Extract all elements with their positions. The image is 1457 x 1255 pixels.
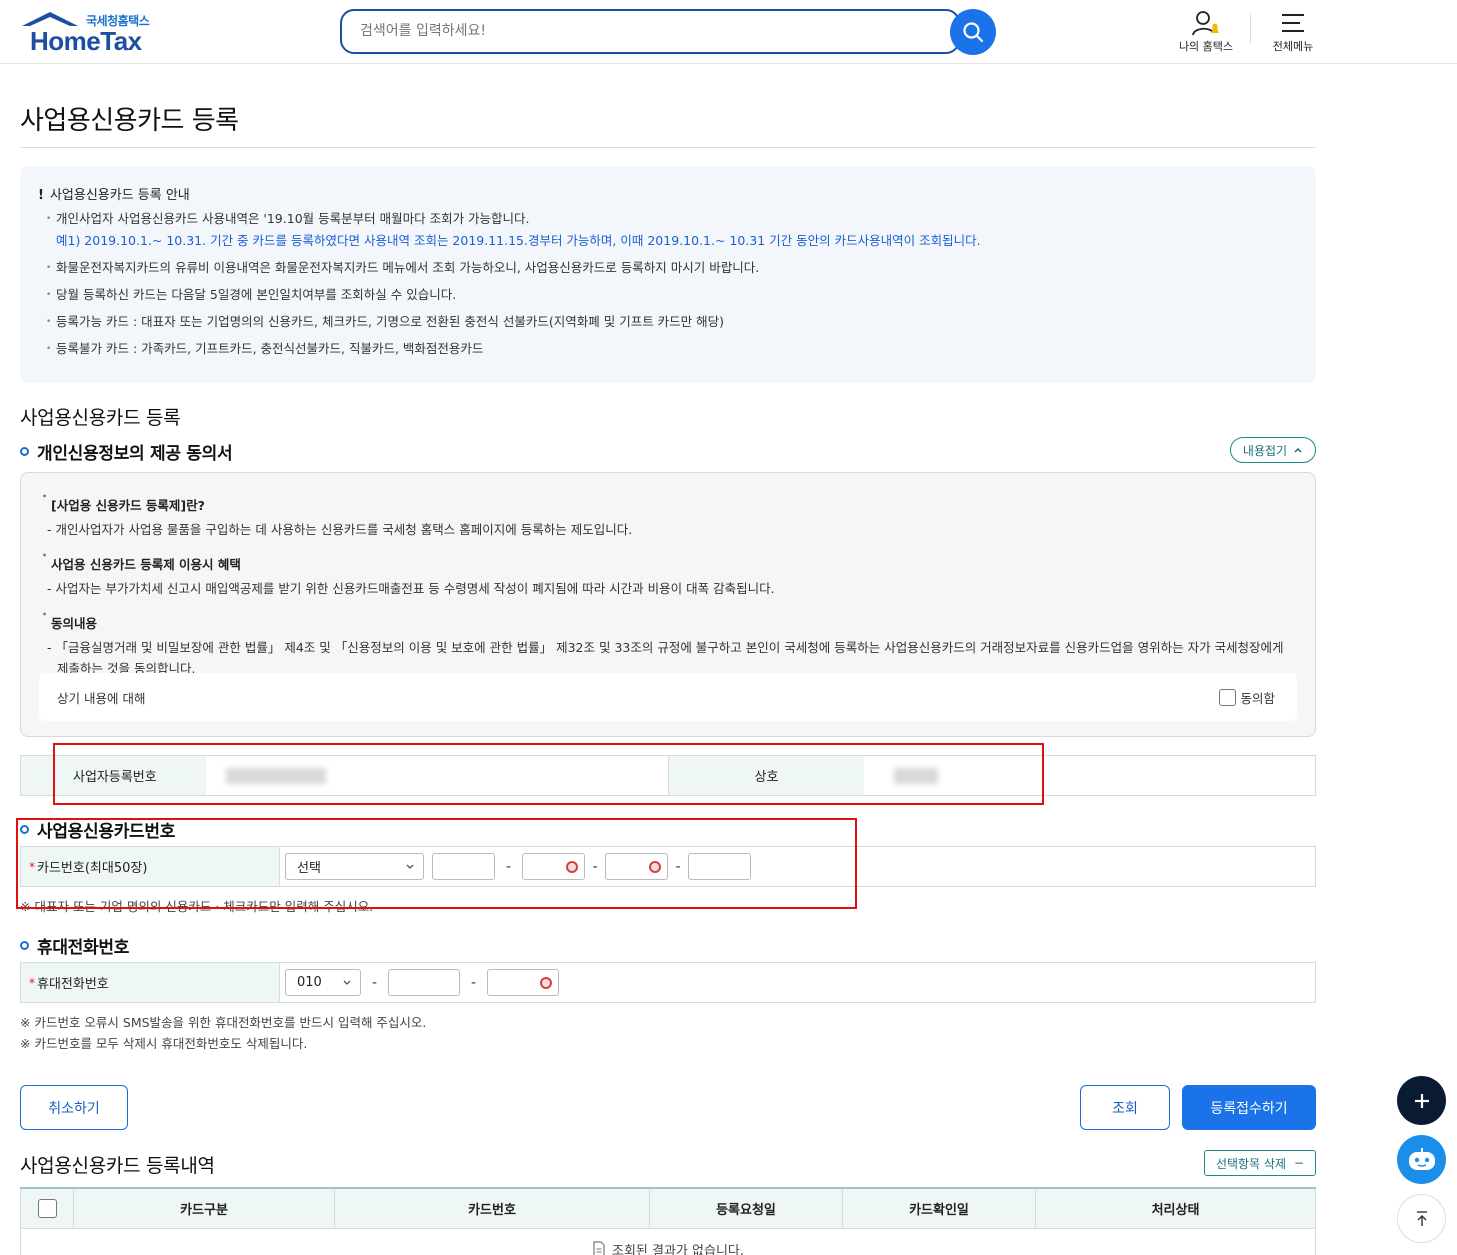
hometax-logo[interactable]: 국세청홈택스 HomeTax (20, 10, 160, 56)
title-divider (20, 147, 1316, 148)
phone-note: ※ 카드번호를 모두 삭제시 휴대전화번호도 삭제됩니다. (20, 1036, 308, 1051)
search-input[interactable] (342, 11, 922, 51)
table-header: 카드구분 카드번호 등록요청일 카드확인일 처리상태 (20, 1189, 1316, 1229)
consent-desc: - 사업자는 부가가치세 신고시 매입액공제를 받기 위한 신용카드매출전표 등… (47, 581, 775, 596)
submit-registration-button[interactable]: 등록접수하기 (1182, 1085, 1316, 1130)
user-bell-icon (1192, 11, 1219, 36)
phone-prefix-select[interactable]: 010 (285, 969, 361, 996)
empty-message: 조회된 결과가 없습니다. (612, 1243, 744, 1255)
required-mark: * (29, 975, 35, 990)
document-icon (593, 1241, 605, 1255)
logo-big-text: HomeTax (30, 26, 142, 56)
secure-keypad-icon[interactable] (540, 977, 552, 989)
select-all-cell (21, 1189, 74, 1228)
notice-heading: ! 사업용신용카드 등록 안내 (38, 184, 1298, 203)
consent-title: 개인신용정보의 제공 동의서 (20, 439, 233, 464)
notice-item: 개인사업자 사업용신용카드 사용내역은 '19.10월 등록분부터 매월마다 조… (46, 211, 1298, 227)
notice-box: ! 사업용신용카드 등록 안내 개인사업자 사업용신용카드 사용내역은 '19.1… (20, 166, 1316, 383)
plus-icon (1414, 1093, 1429, 1108)
phone-number-label: * 휴대전화번호 (21, 963, 280, 1002)
phone-number-row: * 휴대전화번호 010 - - (20, 962, 1316, 1003)
search-icon (963, 22, 984, 43)
notice-mark: ! (38, 188, 44, 203)
notice-heading-text: 사업용신용카드 등록 안내 (49, 188, 190, 203)
consent-heading: 사업용 신용카드 등록제 이용시 혜택 (42, 551, 1295, 573)
query-button[interactable]: 조회 (1080, 1085, 1170, 1130)
quick-menu-button[interactable] (1397, 1076, 1446, 1125)
agree-label: 동의함 (1240, 690, 1275, 706)
empty-result-row: 조회된 결과가 없습니다. (20, 1229, 1316, 1255)
phone-section-title: 휴대전화번호 (20, 933, 129, 958)
chevron-up-icon (1294, 447, 1302, 453)
dash-separator: - (470, 974, 477, 991)
consent-heading: [사업용 신용카드 등록제]란? (42, 492, 1295, 514)
dash-separator: - (371, 974, 378, 991)
agree-box: 상기 내용에 대해 동의함 (39, 673, 1297, 721)
consent-heading: 동의내용 (42, 610, 1295, 632)
my-hometax-button[interactable]: 나의 홈택스 (1170, 8, 1242, 54)
consent-desc-line: - 「금융실명거래 및 비밀보장에 관한 법률」 제4조 및 「신용정보의 이용… (47, 640, 1284, 655)
chevron-down-icon (343, 980, 351, 985)
notice-item: 등록불가 카드 : 가족카드, 기프트카드, 충전식선불카드, 직불카드, 백화… (46, 341, 1298, 357)
agree-checkbox-label[interactable]: 동의함 (1219, 688, 1275, 707)
phone-section-title-text: 휴대전화번호 (37, 938, 130, 958)
header: 국세청홈택스 HomeTax 나의 홈택스 전체메뉴 (0, 0, 1457, 64)
delete-selected-label: 선택항목 삭제 (1215, 1156, 1286, 1171)
page-title: 사업용신용카드 등록 (20, 106, 239, 136)
bullet-circle-icon (20, 447, 29, 456)
column-header[interactable]: 카드번호 (335, 1189, 650, 1228)
hamburger-menu-icon (1282, 14, 1304, 32)
notice-item: 화물운전자복지카드의 유류비 이용내역은 화물운전자복지카드 메뉴에서 조회 가… (46, 260, 1298, 276)
search-button[interactable] (950, 9, 996, 55)
cancel-button[interactable]: 취소하기 (20, 1085, 128, 1130)
chatbot-button[interactable] (1397, 1135, 1446, 1184)
bullet-circle-icon (20, 941, 29, 950)
scroll-top-button[interactable] (1397, 1194, 1446, 1243)
section-title-register: 사업용신용카드 등록 (20, 407, 181, 429)
phone-last-input[interactable] (487, 969, 559, 996)
arrow-up-icon (1416, 1210, 1427, 1226)
agree-checkbox[interactable] (1219, 688, 1237, 706)
phone-number-label-text: 휴대전화번호 (37, 977, 109, 992)
history-title: 사업용신용카드 등록내역 (20, 1155, 215, 1177)
phone-middle-input[interactable] (388, 969, 460, 996)
notice-item: 당월 등록하신 카드는 다음달 5일경에 본인일치여부를 조회하실 수 있습니다… (46, 287, 1298, 303)
header-divider (1250, 14, 1251, 44)
consent-title-text: 개인신용정보의 제공 동의서 (37, 444, 233, 464)
my-hometax-label: 나의 홈택스 (1178, 40, 1234, 53)
column-header[interactable]: 카드구분 (74, 1189, 335, 1228)
history-table: 카드구분 카드번호 등록요청일 카드확인일 처리상태 조회된 결과가 없습니다. (20, 1187, 1316, 1255)
collapse-label: 내용접기 (1242, 443, 1288, 458)
phone-number-controls: 010 - - (280, 963, 1315, 1002)
column-header[interactable]: 처리상태 (1036, 1189, 1315, 1228)
notice-item: 등록가능 카드 : 대표자 또는 기업명의의 신용카드, 체크카드, 기명으로 … (46, 314, 1298, 330)
highlight-box (16, 818, 857, 909)
search-box (340, 9, 960, 54)
minus-icon: − (1294, 1156, 1305, 1170)
all-menu-button[interactable]: 전체메뉴 (1262, 8, 1324, 54)
phone-note: ※ 카드번호 오류시 SMS발송을 위한 휴대전화번호를 반드시 입력해 주십시… (20, 1015, 427, 1030)
column-header[interactable]: 카드확인일 (843, 1189, 1036, 1228)
collapse-content-button[interactable]: 내용접기 (1230, 437, 1316, 463)
consent-desc: - 개인사업자가 사업용 물품을 구입하는 데 사용하는 신용카드를 국세청 홈… (47, 522, 633, 537)
delete-selected-button[interactable]: 선택항목 삭제 − (1204, 1150, 1316, 1176)
all-menu-label: 전체메뉴 (1272, 40, 1314, 53)
chatbot-icon (1408, 1147, 1435, 1170)
phone-prefix-value: 010 (297, 975, 322, 990)
select-all-checkbox[interactable] (37, 1199, 57, 1218)
column-header[interactable]: 등록요청일 (650, 1189, 843, 1228)
consent-box: [사업용 신용카드 등록제]란? - 개인사업자가 사업용 물품을 구입하는 데… (20, 472, 1316, 737)
highlight-box (53, 743, 1044, 805)
notice-example: 예1) 2019.10.1.~ 10.31. 기간 중 카드를 등록하였다면 사… (56, 233, 981, 248)
agree-prompt: 상기 내용에 대해 (57, 690, 146, 706)
